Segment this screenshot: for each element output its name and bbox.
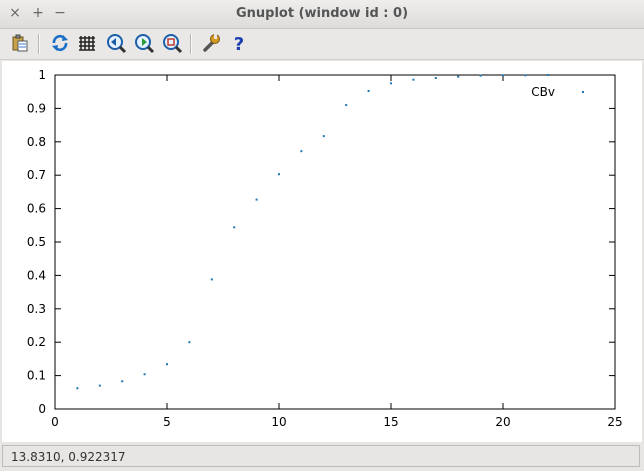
toolbar-separator <box>38 34 40 54</box>
legend-label: CBv <box>531 85 555 99</box>
status-bar: 13.8310, 0.922317 <box>2 445 640 467</box>
toggle-grid-button[interactable] <box>77 32 99 54</box>
toolbar-separator <box>190 34 192 54</box>
y-tick-label: 1 <box>38 68 46 82</box>
y-tick-label: 0.7 <box>27 168 46 182</box>
clipboard-icon <box>12 34 28 52</box>
plot-canvas[interactable]: 0 5 10 15 20 25 0 0.1 0.2 0.3 0.4 0.5 0.6 0.7 0.8 0.9 1 … <box>2 61 642 442</box>
plot-frame <box>54 74 616 410</box>
zoom-previous-icon <box>107 34 127 54</box>
data-point <box>98 384 101 387</box>
zoom-previous-button[interactable] <box>105 32 127 54</box>
x-tick-label: 20 <box>495 415 510 429</box>
y-tick-label: 0 <box>38 402 46 416</box>
zoom-next-icon <box>135 34 155 54</box>
y-tick-label: 0.3 <box>27 302 46 316</box>
x-tick-label: 25 <box>607 415 622 429</box>
data-point <box>434 77 437 80</box>
replot-icon <box>52 34 68 52</box>
data-point <box>76 387 79 390</box>
data-point <box>233 226 236 229</box>
data-point <box>524 74 527 77</box>
cursor-coordinates: 13.8310, 0.922317 <box>11 450 126 464</box>
legend-point <box>582 91 584 93</box>
x-tick-label: 15 <box>383 415 398 429</box>
data-point <box>121 380 124 383</box>
data-point <box>188 341 191 344</box>
settings-button[interactable] <box>200 32 222 54</box>
data-point <box>255 198 258 201</box>
unzoom-icon <box>163 34 183 54</box>
settings-wrench-icon <box>203 34 220 52</box>
data-point <box>367 90 370 93</box>
data-point <box>412 78 415 81</box>
replot-button[interactable] <box>49 32 71 54</box>
data-point <box>166 363 168 366</box>
data-point <box>457 75 460 78</box>
scatter-chart: 0 5 10 15 20 2500.10.20.30.40.50.60.70.80.91 … <box>27 68 623 429</box>
y-tick-label: 0.8 <box>27 135 46 149</box>
y-tick-label: 0.6 <box>27 202 46 216</box>
data-point <box>546 74 549 76</box>
help-icon: ? <box>234 34 244 54</box>
toolbar: ? <box>0 29 644 60</box>
unzoom-button[interactable] <box>161 32 183 54</box>
window-title: Gnuplot (window id : 0) <box>235 6 409 21</box>
data-point <box>322 135 325 138</box>
y-tick-label: 0.9 <box>27 101 46 115</box>
data-point <box>278 173 280 176</box>
grid-icon <box>79 36 95 51</box>
x-tick-label: 5 <box>163 415 171 429</box>
data-point <box>479 74 482 77</box>
data-point <box>143 373 146 376</box>
window-titlebar: × + − Gnuplot (window id : 0) <box>0 0 644 29</box>
data-point <box>345 104 348 107</box>
data-point <box>390 82 392 85</box>
y-tick-label: 0.5 <box>27 235 46 249</box>
x-tick-label: 0 <box>51 415 59 429</box>
data-point <box>210 278 213 281</box>
svg-text:?: ? <box>234 34 244 54</box>
y-tick-label: 0.2 <box>27 335 46 349</box>
x-tick-label: 10 <box>271 415 286 429</box>
y-tick-label: 0.4 <box>27 268 46 282</box>
data-point <box>300 150 303 153</box>
data-point <box>502 74 504 77</box>
y-tick-label: 0.1 <box>27 369 46 383</box>
help-button[interactable]: ? <box>228 32 250 54</box>
zoom-next-button[interactable] <box>133 32 155 54</box>
copy-to-clipboard-button[interactable] <box>9 32 31 54</box>
